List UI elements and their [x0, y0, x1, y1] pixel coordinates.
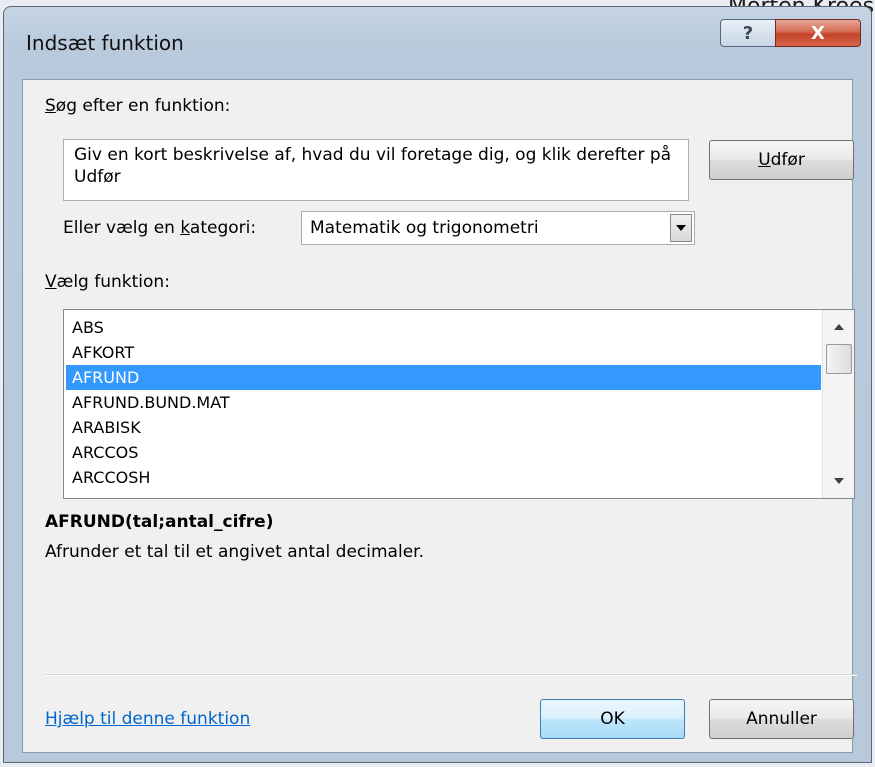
- triangle-up-icon[interactable]: [823, 314, 854, 340]
- list-item-selected[interactable]: AFRUND: [66, 365, 821, 390]
- divider: [45, 674, 857, 676]
- scrollbar-thumb[interactable]: [826, 344, 852, 374]
- function-description: Afrunder et tal til et angivet antal dec…: [45, 542, 424, 562]
- list-item[interactable]: ARCCOS: [66, 440, 821, 465]
- chevron-down-icon[interactable]: [670, 214, 692, 242]
- function-list-label: Vælg funktion:: [45, 272, 170, 292]
- triangle-down-icon[interactable]: [823, 468, 854, 494]
- execute-button[interactable]: Udfør: [709, 140, 854, 180]
- list-item[interactable]: ARABISK: [66, 415, 821, 440]
- dialog-body: Søg efter en funktion: Giv en kort beskr…: [22, 79, 857, 753]
- function-signature: AFRUND(tal;antal_cifre): [45, 512, 274, 532]
- category-label: Eller vælg en kategori:: [63, 218, 257, 238]
- function-listbox[interactable]: ABS AFKORT AFRUND AFRUND.BUND.MAT ARABIS…: [63, 309, 855, 499]
- dialog-title: Indsæt funktion: [26, 31, 184, 55]
- help-icon: ?: [742, 22, 754, 44]
- list-item[interactable]: AFKORT: [66, 340, 821, 365]
- insert-function-dialog: Indsæt funktion ? X Søg efter en funktio…: [3, 6, 872, 763]
- category-select[interactable]: Matematik og trigonometri: [301, 211, 695, 245]
- close-icon: X: [811, 22, 825, 44]
- search-label: Søg efter en funktion:: [45, 96, 231, 116]
- help-link[interactable]: Hjælp til denne funktion: [45, 709, 250, 729]
- list-item[interactable]: AFRUND.BUND.MAT: [66, 390, 821, 415]
- list-item[interactable]: ABS: [66, 315, 821, 340]
- ok-button[interactable]: OK: [540, 699, 685, 739]
- close-button[interactable]: X: [775, 19, 861, 47]
- category-selected-value: Matematik og trigonometri: [310, 218, 539, 238]
- help-button[interactable]: ?: [720, 19, 776, 47]
- search-input[interactable]: Giv en kort beskrivelse af, hvad du vil …: [63, 139, 689, 201]
- list-scrollbar[interactable]: [822, 310, 854, 498]
- title-bar[interactable]: Indsæt funktion ? X: [4, 7, 871, 79]
- list-item[interactable]: ARCCOSH: [66, 465, 821, 490]
- cancel-button[interactable]: Annuller: [709, 699, 854, 739]
